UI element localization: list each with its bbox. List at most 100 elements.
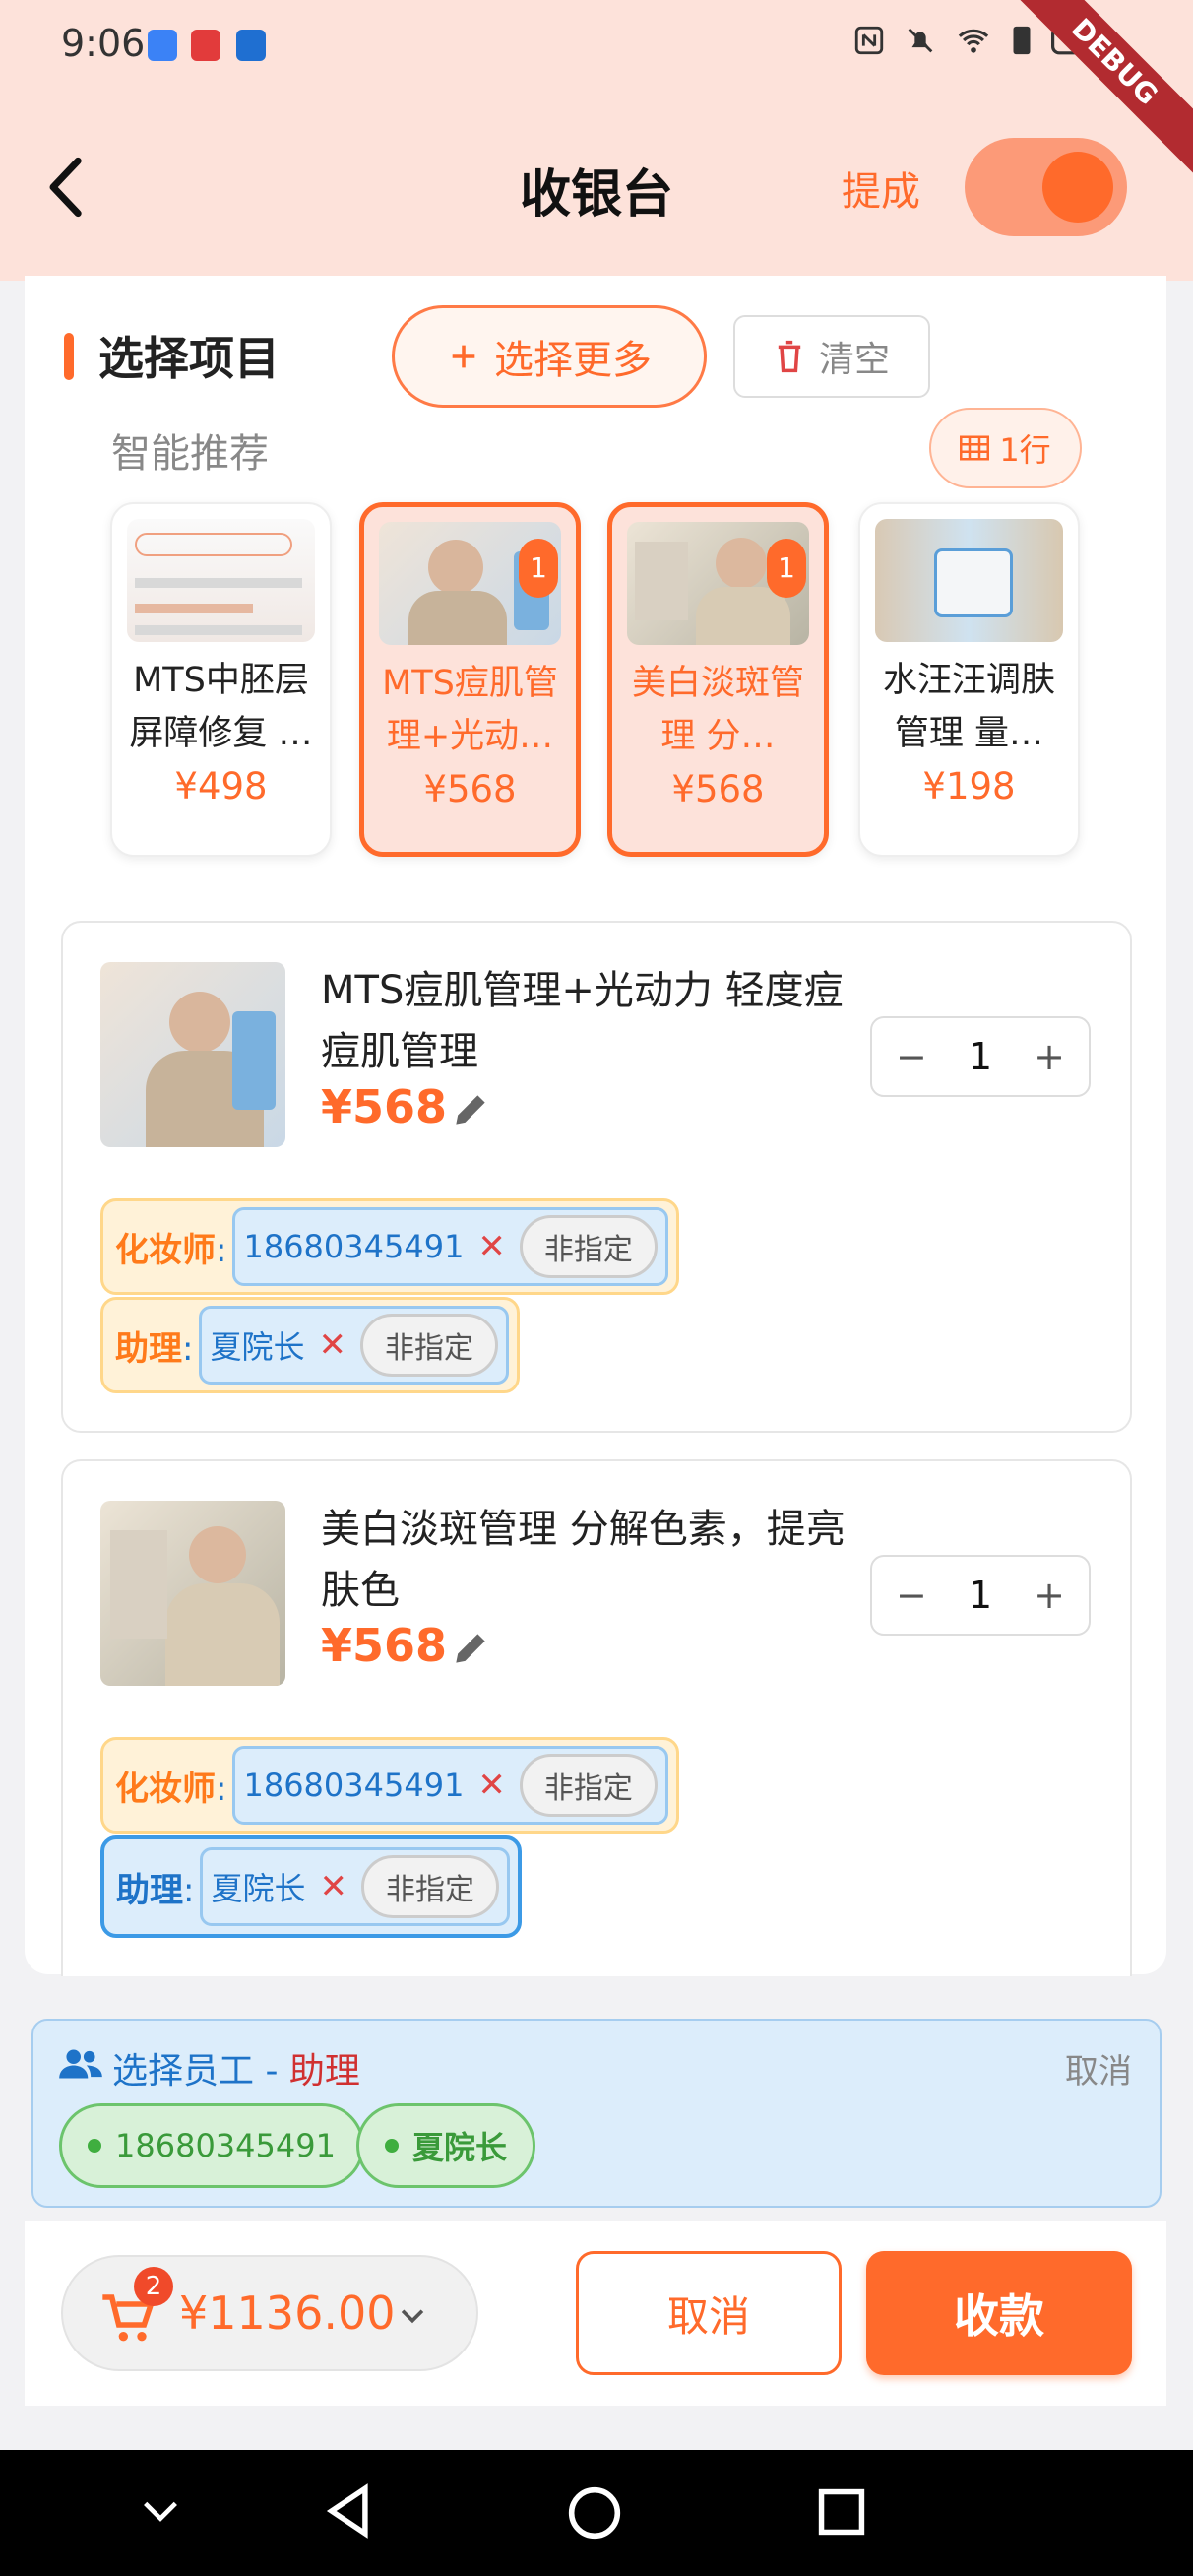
- pay-button[interactable]: 收款: [866, 2251, 1132, 2375]
- recommend-price: ¥198: [922, 765, 1016, 807]
- staff-option-name: 18680345491: [115, 2127, 336, 2164]
- staff-picker-panel: 选择员工 - 助理 取消 18680345491 夏院长: [31, 2019, 1162, 2208]
- cart-item: MTS痘肌管理+光动力 轻度痘痘肌管理 ¥568 − 1 + 化妆师: 1868…: [61, 921, 1132, 1433]
- non-designated-toggle[interactable]: 非指定: [519, 1215, 658, 1278]
- staff-option[interactable]: 夏院长: [356, 2103, 536, 2188]
- staff-chip: 18680345491 ✕ 非指定: [232, 1746, 668, 1825]
- item-name: MTS痘肌管理+光动力 轻度痘痘肌管理: [321, 968, 844, 1074]
- cart-item: 美白淡斑管理 分解色素，提亮肤色 ¥568 − 1 + 化妆师: 1868034…: [61, 1459, 1132, 1976]
- recommend-name: MTS痘肌管理+光动…: [382, 664, 558, 756]
- quantity-stepper: − 1 +: [870, 1555, 1091, 1636]
- status-time: 9:06: [61, 22, 146, 65]
- role-label: 化妆师:: [115, 1230, 227, 1270]
- remove-staff-icon[interactable]: ✕: [318, 1325, 346, 1365]
- role-label: 助理:: [115, 1328, 194, 1369]
- sim-icon: [1013, 26, 1031, 55]
- nfc-icon: [854, 26, 884, 55]
- plus-icon[interactable]: +: [1034, 1035, 1065, 1078]
- section-accent-bar: [64, 333, 74, 380]
- status-dot: [88, 2139, 101, 2153]
- commission-toggle[interactable]: [965, 138, 1127, 236]
- item-thumbnail: [100, 962, 285, 1147]
- staff-chip: 18680345491 ✕ 非指定: [232, 1207, 668, 1286]
- item-name: 美白淡斑管理 分解色素，提亮肤色: [321, 1507, 846, 1613]
- picker-title-text: 选择员工: [112, 2051, 255, 2092]
- nav-back-icon[interactable]: [325, 2483, 374, 2539]
- remove-staff-icon[interactable]: ✕: [319, 1867, 347, 1906]
- trash-icon: [778, 340, 801, 373]
- select-more-label: 选择更多: [494, 338, 652, 383]
- product-image: [127, 519, 315, 642]
- clear-label: 清空: [818, 340, 890, 380]
- recommend-card[interactable]: 水汪汪调肤管理 量… ¥198: [858, 502, 1080, 857]
- minus-icon[interactable]: −: [896, 1574, 927, 1617]
- role-label: 化妆师:: [115, 1769, 227, 1809]
- non-designated-toggle[interactable]: 非指定: [360, 1855, 499, 1918]
- plus-icon: [452, 345, 475, 368]
- row-toggle-button[interactable]: 1行: [929, 408, 1082, 488]
- plus-icon[interactable]: +: [1034, 1574, 1065, 1617]
- makeup-artist-row[interactable]: 化妆师: 18680345491 ✕ 非指定: [100, 1198, 679, 1295]
- huawei-app-icon: [191, 30, 220, 61]
- recommend-badge: 1: [519, 539, 558, 598]
- clear-button[interactable]: 清空: [733, 315, 930, 398]
- nav-hide-icon[interactable]: [138, 2491, 183, 2531]
- role-name: 助理: [115, 1328, 182, 1369]
- chevron-down-icon: [401, 2309, 424, 2324]
- recommend-name: MTS中胚层屏障修复 …: [129, 661, 313, 753]
- role-name: 化妆师: [115, 1230, 216, 1270]
- staff-name: 夏院长: [211, 1870, 306, 1907]
- commission-label: 提成: [842, 169, 920, 215]
- recommend-price: ¥568: [423, 768, 517, 810]
- staff-option[interactable]: 18680345491: [59, 2103, 364, 2188]
- recommend-name: 水汪汪调肤管理 量…: [882, 661, 1055, 753]
- staff-picker-title: 选择员工 - 助理: [112, 2042, 360, 2093]
- non-designated-toggle[interactable]: 非指定: [519, 1754, 658, 1817]
- role-name: 化妆师: [115, 1769, 216, 1809]
- role-label: 助理:: [116, 1870, 195, 1910]
- system-nav-bar: [0, 2450, 1193, 2576]
- item-price: ¥568: [321, 1080, 448, 1133]
- assistant-row[interactable]: 助理: 夏院长 ✕ 非指定: [100, 1297, 520, 1393]
- row-toggle-label: 1行: [999, 431, 1051, 469]
- recommend-card[interactable]: MTS中胚层屏障修复 … ¥498: [110, 502, 332, 857]
- picker-cancel-button[interactable]: 取消: [1065, 2044, 1132, 2093]
- quantity-stepper: − 1 +: [870, 1016, 1091, 1097]
- minus-icon[interactable]: −: [896, 1035, 927, 1078]
- recommend-title: 智能推荐: [111, 431, 269, 477]
- remove-staff-icon[interactable]: ✕: [477, 1227, 506, 1266]
- recommend-name: 美白淡斑管理 分…: [631, 664, 804, 756]
- people-icon: [59, 2049, 102, 2079]
- quantity-value: 1: [968, 1035, 993, 1078]
- cancel-button[interactable]: 取消: [576, 2251, 842, 2375]
- toggle-knob: [1042, 152, 1113, 223]
- recommend-price: ¥498: [174, 765, 268, 807]
- role-name: 助理: [116, 1870, 183, 1910]
- makeup-artist-row[interactable]: 化妆师: 18680345491 ✕ 非指定: [100, 1737, 679, 1834]
- item-thumbnail: [100, 1501, 285, 1686]
- wifi-icon: [958, 29, 989, 53]
- item-price: ¥568: [321, 1619, 448, 1672]
- staff-name: 夏院长: [210, 1328, 305, 1366]
- non-designated-toggle[interactable]: 非指定: [359, 1314, 498, 1377]
- remove-staff-icon[interactable]: ✕: [477, 1766, 506, 1805]
- nav-recents-icon[interactable]: [817, 2487, 866, 2537]
- edit-price-icon[interactable]: [449, 1088, 492, 1131]
- cart-summary[interactable]: 2 ¥1136.00: [61, 2255, 478, 2371]
- recommend-price: ¥568: [671, 768, 765, 810]
- recommend-card[interactable]: 1 美白淡斑管理 分… ¥568: [607, 502, 829, 857]
- select-more-button[interactable]: 选择更多: [392, 305, 707, 408]
- staff-name: 18680345491: [243, 1228, 465, 1265]
- picker-separator: -: [254, 2051, 289, 2092]
- recommend-badge: 1: [767, 539, 806, 598]
- cart-total: ¥1136.00: [179, 2286, 396, 2340]
- edit-price-icon[interactable]: [449, 1627, 492, 1670]
- grid-icon: [960, 435, 990, 461]
- staff-name: 18680345491: [243, 1767, 465, 1804]
- usb-icon: [148, 30, 177, 61]
- assistant-row[interactable]: 助理: 夏院长 ✕ 非指定: [100, 1835, 522, 1938]
- section-title: 选择项目: [98, 332, 280, 385]
- cart-count-badge: 2: [134, 2267, 173, 2306]
- nav-home-icon[interactable]: [567, 2485, 622, 2541]
- recommend-card[interactable]: 1 MTS痘肌管理+光动… ¥568: [359, 502, 581, 857]
